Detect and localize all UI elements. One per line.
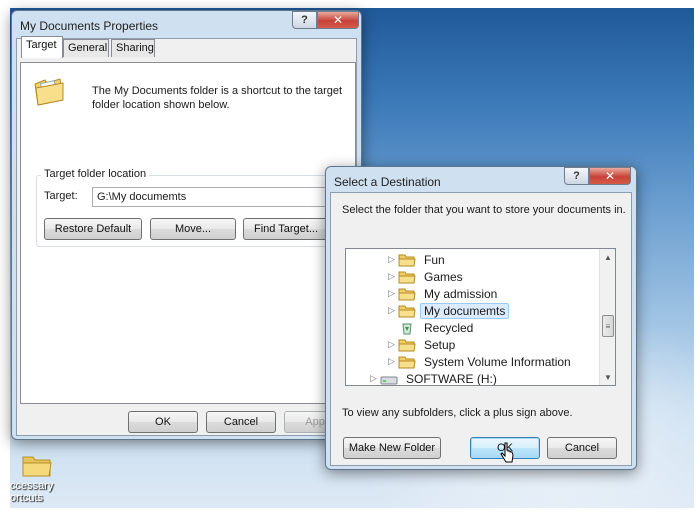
documents-folder-icon (34, 78, 64, 106)
tab-sharing[interactable]: Sharing (111, 39, 155, 57)
target-path-field[interactable]: G:\My documemts (92, 187, 332, 207)
desktop-folder-icon[interactable] (22, 452, 52, 478)
properties-titlebar[interactable]: My Documents Properties ? ✕ (12, 11, 361, 37)
properties-ok-button[interactable]: OK (128, 411, 198, 433)
restore-default-button[interactable]: Restore Default (44, 218, 142, 240)
dialog-title: Select a Destination (334, 175, 441, 189)
destination-titlebar[interactable]: Select a Destination ? ✕ (326, 167, 636, 193)
desktop-folder-label[interactable]: ccessary ortcuts (10, 480, 70, 504)
properties-cancel-button[interactable]: Cancel (206, 411, 276, 433)
close-button[interactable]: ✕ (317, 11, 359, 29)
target-label: Target: (44, 190, 78, 202)
close-icon: ✕ (604, 169, 616, 183)
move-button[interactable]: Move... (150, 218, 236, 240)
group-label: Target folder location (41, 168, 150, 180)
tab-general[interactable]: General (63, 39, 109, 57)
find-target-button[interactable]: Find Target... (243, 218, 329, 240)
tab-target[interactable]: Target (21, 36, 63, 58)
window-title: My Documents Properties (20, 19, 159, 33)
description-text: The My Documents folder is a shortcut to… (92, 85, 343, 111)
close-icon: ✕ (332, 13, 344, 27)
dialog-client-area (330, 192, 632, 466)
dialog-close-button[interactable]: ✕ (589, 167, 631, 185)
help-button[interactable]: ? (292, 11, 317, 29)
dialog-help-button[interactable]: ? (564, 167, 589, 185)
destination-dialog: Select a Destination ? ✕ (325, 166, 637, 470)
